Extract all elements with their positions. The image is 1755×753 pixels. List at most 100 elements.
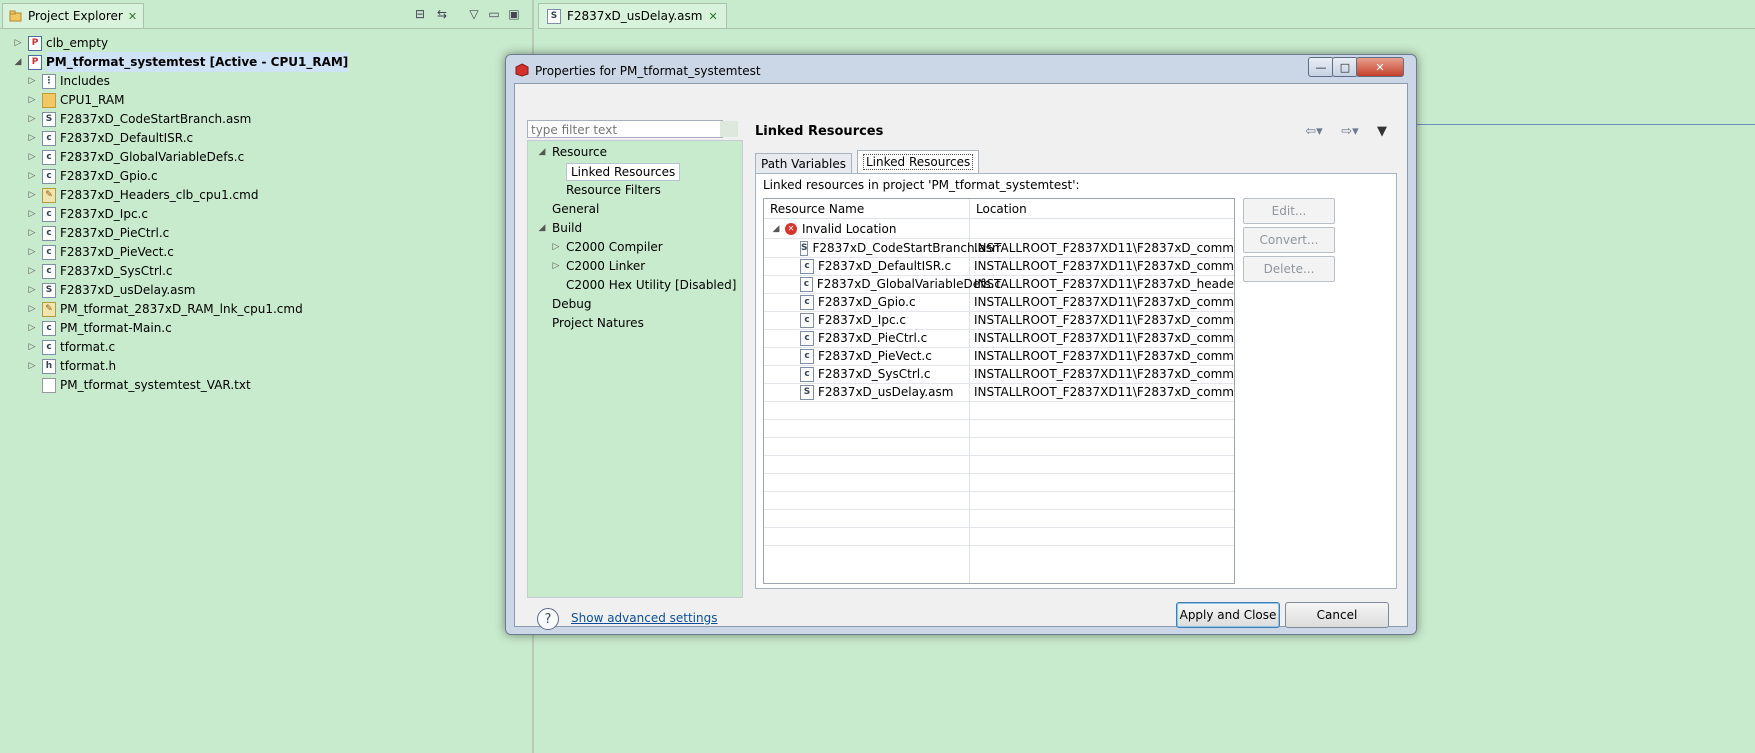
folder-icon <box>42 92 56 108</box>
collapsed-arrow-icon[interactable]: ▷ <box>26 90 38 110</box>
collapsed-arrow-icon[interactable]: ▷ <box>26 185 38 205</box>
tree-item[interactable]: ▷ c tformat.c <box>26 337 115 357</box>
table-row[interactable]: c F2837xD_PieCtrl.c INSTALLROOT_F2837XD11\… <box>764 329 1234 348</box>
page-menu-icon[interactable]: ▼ <box>1369 122 1395 140</box>
table-row[interactable]: c F2837xD_Ipc.c INSTALLROOT_F2837XD11\F283… <box>764 311 1234 330</box>
property-page-label: Resource Filters <box>566 183 661 197</box>
property-page-item[interactable]: C2000 Hex Utility [Disabled] <box>550 276 736 295</box>
table-row[interactable]: S F2837xD_usDelay.asm INSTALLROOT_F2837XD1… <box>764 383 1234 402</box>
table-row[interactable]: c F2837xD_Gpio.c INSTALLROOT_F2837XD11\F28… <box>764 293 1234 312</box>
table-row[interactable]: c F2837xD_DefaultISR.c INSTALLROOT_F2837XD… <box>764 257 1234 276</box>
tree-item[interactable]: ▷ h tformat.h <box>26 356 116 376</box>
tree-item[interactable]: ▷ c F2837xD_Ipc.c <box>26 204 148 224</box>
property-page-item[interactable]: General <box>536 200 599 219</box>
c-file-icon: c <box>800 330 814 346</box>
table-row[interactable]: S F2837xD_CodeStartBranch.asm INSTALLROOT_… <box>764 239 1234 258</box>
location-cell: INSTALLROOT_F2837XD11\F2837xD_common\sou… <box>974 259 1234 273</box>
collapsed-arrow-icon[interactable]: ▷ <box>26 128 38 148</box>
property-page-item[interactable]: Resource Filters <box>550 181 661 200</box>
tree-item[interactable]: ▷ c PM_tformat-Main.c <box>26 318 172 338</box>
expanded-arrow-icon[interactable]: ◢ <box>536 143 548 162</box>
property-page-item[interactable]: ▷ C2000 Linker <box>550 257 646 276</box>
collapsed-arrow-icon[interactable]: ▷ <box>26 147 38 167</box>
show-advanced-settings-link[interactable]: Show advanced settings <box>571 611 718 625</box>
tree-item[interactable]: ▷ c F2837xD_DefaultISR.c <box>26 128 193 148</box>
property-page-item[interactable]: ▷ C2000 Compiler <box>550 238 663 257</box>
window-maximize-button[interactable]: □ <box>1332 57 1358 77</box>
close-icon[interactable]: ✕ <box>708 10 717 23</box>
maximize-icon[interactable]: ▣ <box>506 6 522 22</box>
delete-button[interactable]: Delete... <box>1243 256 1335 282</box>
collapsed-arrow-icon[interactable]: ▷ <box>26 299 38 319</box>
table-row[interactable]: c F2837xD_SysCtrl.c INSTALLROOT_F2837XD11\… <box>764 365 1234 384</box>
tab-editor-file[interactable]: S F2837xD_usDelay.asm ✕ <box>538 3 727 28</box>
filter-input[interactable]: type filter text <box>527 120 723 138</box>
cancel-button[interactable]: Cancel <box>1285 602 1389 628</box>
collapsed-arrow-icon[interactable]: ▷ <box>550 238 562 257</box>
collapsed-arrow-icon[interactable]: ▷ <box>26 109 38 129</box>
edit-button[interactable]: Edit... <box>1243 198 1335 224</box>
property-page-item[interactable]: ◢ Build <box>536 219 583 238</box>
tree-item[interactable]: ▷ c F2837xD_Gpio.c <box>26 166 158 186</box>
tree-item[interactable]: ▷ ✎ PM_tformat_2837xD_RAM_lnk_cpu1.cmd <box>26 299 303 319</box>
tree-item[interactable]: ◢ P PM_tformat_systemtest [Active - CPU1_R… <box>12 52 349 72</box>
tree-item[interactable]: ▷ c F2837xD_PieVect.c <box>26 242 174 262</box>
resource-name-cell: c F2837xD_SysCtrl.c <box>764 365 1001 383</box>
property-page-item[interactable]: Debug <box>536 295 591 314</box>
property-page-item[interactable]: Project Natures <box>536 314 644 333</box>
tree-item[interactable]: ▷ CPU1_RAM <box>26 90 124 110</box>
collapsed-arrow-icon[interactable]: ▷ <box>26 280 38 300</box>
tree-item[interactable]: ▷ ⋮ Includes <box>26 71 110 91</box>
link-with-editor-icon[interactable]: ⇆ <box>434 6 450 22</box>
tree-item[interactable]: PM_tformat_systemtest_VAR.txt <box>26 375 251 395</box>
collapsed-arrow-icon[interactable]: ▷ <box>26 71 38 91</box>
apply-and-close-button[interactable]: Apply and Close <box>1176 602 1280 628</box>
table-row[interactable]: ◢ ✕ Invalid Location <box>764 220 1234 239</box>
tab-project-explorer[interactable]: Project Explorer ✕ <box>2 3 145 28</box>
tree-item[interactable]: ▷ c F2837xD_PieCtrl.c <box>26 223 169 243</box>
view-menu-icon[interactable]: ▽ <box>466 6 482 22</box>
collapsed-arrow-icon[interactable]: ▷ <box>550 257 562 276</box>
resource-name: F2837xD_Gpio.c <box>818 295 916 309</box>
back-arrow-icon[interactable]: ⇦▾ <box>1301 122 1327 140</box>
tree-item[interactable]: ▷ c F2837xD_SysCtrl.c <box>26 261 173 281</box>
tab-path-variables[interactable]: Path Variables <box>755 153 853 175</box>
window-close-button[interactable]: ✕ <box>1356 57 1404 77</box>
collapse-all-icon[interactable]: ⊟ <box>412 6 428 22</box>
convert-button[interactable]: Convert... <box>1243 227 1335 253</box>
expanded-arrow-icon[interactable]: ◢ <box>770 220 782 238</box>
tree-item[interactable]: ▷ S F2837xD_usDelay.asm <box>26 280 195 300</box>
clear-filter-icon[interactable] <box>720 121 738 137</box>
collapsed-arrow-icon[interactable]: ▷ <box>26 223 38 243</box>
collapsed-arrow-icon[interactable]: ▷ <box>26 204 38 224</box>
tree-item[interactable]: ▷ Pclb_empty <box>12 33 108 53</box>
close-icon[interactable]: ✕ <box>128 10 137 23</box>
property-page-item[interactable]: Linked Resources <box>550 162 681 181</box>
property-page-item[interactable]: ◢ Resource <box>536 143 608 162</box>
tree-item-label: CPU1_RAM <box>60 93 125 107</box>
collapsed-arrow-icon[interactable]: ▷ <box>26 166 38 186</box>
table-row[interactable]: c F2837xD_PieVect.c INSTALLROOT_F2837XD11\… <box>764 347 1234 366</box>
help-icon[interactable]: ? <box>537 608 559 630</box>
tree-item[interactable]: ▷ ✎ F2837xD_Headers_clb_cpu1.cmd <box>26 185 258 205</box>
minimize-icon[interactable]: ▭ <box>486 6 502 22</box>
column-header-location[interactable]: Location <box>970 199 1234 219</box>
collapsed-arrow-icon[interactable]: ▷ <box>26 356 38 376</box>
tree-item[interactable]: ▷ S F2837xD_CodeStartBranch.asm <box>26 109 251 129</box>
tab-linked-resources[interactable]: Linked Resources <box>857 150 980 175</box>
collapsed-arrow-icon[interactable]: ▷ <box>26 261 38 281</box>
table-row[interactable]: c F2837xD_GlobalVariableDefs.c INSTALLROOT… <box>764 275 1234 294</box>
linked-resources-table[interactable]: Resource Name Location ◢ ✕ Invalid Locatio… <box>763 198 1235 584</box>
expanded-arrow-icon[interactable]: ◢ <box>536 219 548 238</box>
column-header-name[interactable]: Resource Name <box>764 199 969 219</box>
collapsed-arrow-icon[interactable]: ▷ <box>26 242 38 262</box>
forward-arrow-icon[interactable]: ⇨▾ <box>1337 122 1363 140</box>
cmd-file-icon: ✎ <box>42 187 56 203</box>
expanded-arrow-icon[interactable]: ◢ <box>12 52 24 72</box>
tree-item[interactable]: ▷ c F2837xD_GlobalVariableDefs.c <box>26 147 244 167</box>
collapsed-arrow-icon[interactable]: ▷ <box>26 318 38 338</box>
collapsed-arrow-icon[interactable]: ▷ <box>26 337 38 357</box>
window-minimize-button[interactable]: — <box>1308 57 1334 77</box>
collapsed-arrow-icon[interactable]: ▷ <box>12 33 24 53</box>
c-file-icon: c <box>42 320 56 336</box>
